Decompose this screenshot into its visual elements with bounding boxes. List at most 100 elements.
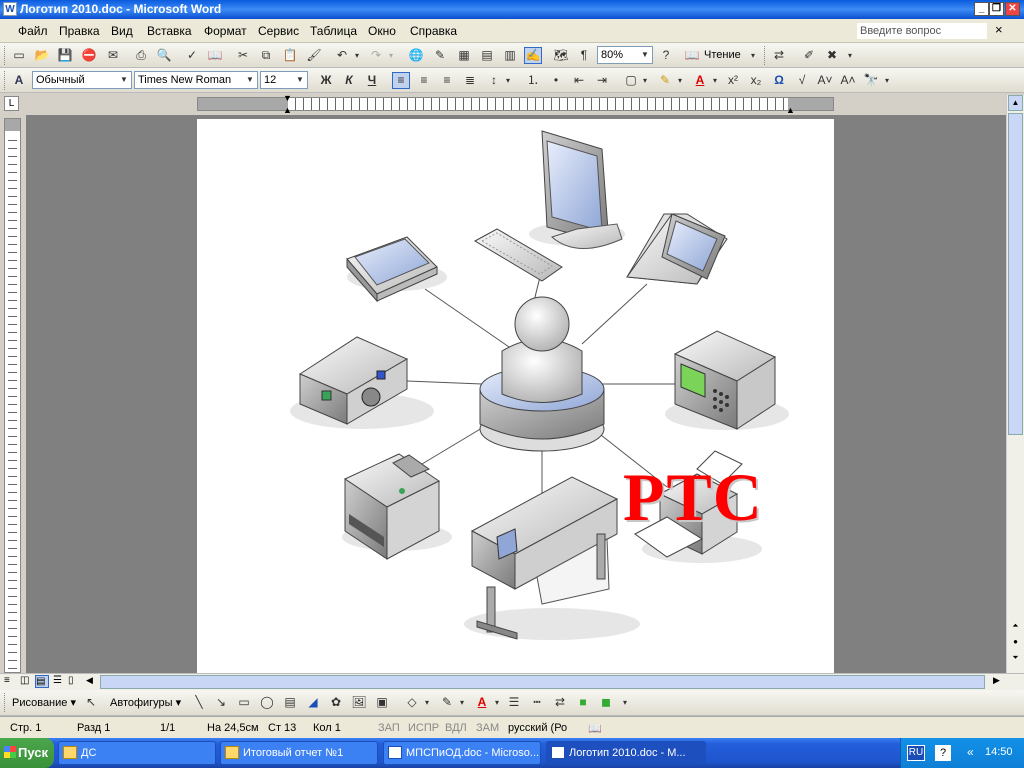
align-left-icon[interactable]: ≡	[392, 72, 410, 89]
insert-picture-icon[interactable]: ▣	[373, 694, 391, 711]
3d-style-icon[interactable]: ◼	[597, 694, 615, 711]
draw-font-color-dropdown-icon[interactable]: ▾	[492, 694, 502, 711]
show-hide-icon[interactable]: ¶	[575, 47, 593, 64]
vertical-ruler[interactable]	[4, 118, 21, 673]
scroll-right-icon[interactable]: ▶	[993, 675, 1000, 686]
line-color-icon[interactable]: ✎	[438, 694, 456, 711]
task-word-logo[interactable]: Логотип 2010.doc - M...	[546, 741, 706, 765]
toolbar-options-icon[interactable]: ▾	[748, 47, 758, 64]
menu-view[interactable]: Вид	[111, 24, 133, 38]
menu-format[interactable]: Формат	[204, 24, 247, 38]
document-page[interactable]	[197, 119, 834, 673]
reviewing-icon[interactable]: ⇄	[770, 47, 788, 64]
draw-font-color-icon[interactable]: A	[473, 694, 491, 711]
wordart-icon[interactable]: ◢	[304, 694, 322, 711]
font-select[interactable]: Times New Roman ▼	[134, 71, 258, 89]
word-app-icon[interactable]: W	[3, 2, 17, 16]
oval-tool-icon[interactable]: ◯	[258, 694, 276, 711]
underline-button[interactable]: Ч	[363, 72, 381, 89]
insert-symbol-icon[interactable]: Ω	[770, 72, 788, 89]
text-box-icon[interactable]: ▤	[281, 694, 299, 711]
undo-icon[interactable]: ↶	[333, 47, 351, 64]
menu-edit[interactable]: Правка	[59, 24, 100, 38]
status-track-changes[interactable]: ИСПР	[408, 722, 439, 734]
fill-color-dropdown-icon[interactable]: ▾	[422, 694, 432, 711]
drawing-toggle-icon[interactable]: ✍	[524, 47, 542, 64]
open-folder-icon[interactable]: 📂	[33, 47, 51, 64]
horizontal-scrollbar[interactable]: ≡ ◫ ▤ ☰ ▯ ◀ ▶	[0, 673, 1024, 690]
styles-pane-icon[interactable]: A	[10, 72, 28, 89]
status-language[interactable]: русский (Ро	[508, 722, 567, 734]
italic-button[interactable]: К	[340, 72, 358, 89]
document-map-icon[interactable]: 🗺	[552, 47, 570, 64]
language-indicator[interactable]: RU	[907, 745, 925, 761]
highlight-dropdown-icon[interactable]: ▾	[675, 72, 685, 89]
previous-page-icon[interactable]: ⏶	[1008, 621, 1023, 635]
scroll-thumb[interactable]	[1008, 113, 1023, 435]
toolbar-options-icon[interactable]: ▾	[845, 47, 855, 64]
chevron-down-icon[interactable]: ▼	[243, 72, 257, 88]
print-icon[interactable]: ⎙	[132, 47, 150, 64]
menu-table[interactable]: Таблица	[310, 24, 357, 38]
outline-view-icon[interactable]: ☰	[53, 675, 62, 686]
autoshapes-menu-button[interactable]: Автофигуры ▾	[110, 696, 181, 709]
document-close-icon[interactable]: ×	[995, 22, 1003, 37]
tab-selector-button[interactable]: L	[4, 96, 19, 111]
shadow-style-icon[interactable]: ■	[574, 694, 592, 711]
tables-borders-icon[interactable]: ✎	[431, 47, 449, 64]
save-icon[interactable]: 💾	[56, 47, 74, 64]
hyperlink-icon[interactable]: 🌐	[407, 47, 425, 64]
redo-icon[interactable]: ↷	[367, 47, 385, 64]
maximize-button[interactable]: ❐	[989, 2, 1004, 16]
reading-mode-button[interactable]: Чтение	[704, 49, 741, 61]
permission-icon[interactable]: ⛔	[80, 47, 98, 64]
arrow-style-icon[interactable]: ⇄	[551, 694, 569, 711]
help-icon[interactable]: ?	[657, 47, 675, 64]
line-spacing-dropdown-icon[interactable]: ▾	[503, 72, 513, 89]
research-icon[interactable]: 📖	[206, 47, 224, 64]
font-color-dropdown-icon[interactable]: ▾	[710, 72, 720, 89]
reading-mode-icon[interactable]: 📖	[683, 47, 701, 64]
format-painter-icon[interactable]: 🖌	[305, 47, 323, 64]
scroll-left-icon[interactable]: ◀	[86, 675, 93, 686]
cut-icon[interactable]: ✂	[234, 47, 252, 64]
dash-style-icon[interactable]: ┅	[528, 694, 546, 711]
right-indent-handle[interactable]: ▲	[786, 105, 795, 115]
reject-change-icon[interactable]: ✖	[823, 47, 841, 64]
new-document-icon[interactable]: ▭	[10, 47, 28, 64]
zoom-select[interactable]: 80% ▼	[597, 46, 653, 64]
chevron-down-icon[interactable]: ▼	[293, 72, 307, 88]
vertical-scrollbar[interactable]: ▲ ⏶ ● ⏷	[1006, 95, 1024, 673]
help-tray-icon[interactable]: ?	[935, 745, 951, 761]
track-changes-icon[interactable]: ✐	[800, 47, 818, 64]
line-tool-icon[interactable]: ╲	[190, 694, 208, 711]
left-indent-handle[interactable]: ▲	[283, 105, 292, 115]
increase-indent-icon[interactable]: ⇥	[593, 72, 611, 89]
chevron-down-icon[interactable]: ▼	[638, 47, 652, 63]
status-overtype[interactable]: ЗАМ	[476, 722, 499, 734]
fill-color-icon[interactable]: ◇	[403, 694, 421, 711]
decrease-indent-icon[interactable]: ⇤	[570, 72, 588, 89]
justify-icon[interactable]: ≣	[461, 72, 479, 89]
toolbar-options-icon[interactable]: ▾	[620, 694, 630, 711]
bold-button[interactable]: Ж	[317, 72, 335, 89]
grow-font-icon[interactable]: A˄	[839, 72, 857, 89]
borders-icon[interactable]: ▢	[622, 72, 640, 89]
browse-object-icon[interactable]: ●	[1008, 637, 1023, 651]
arrow-tool-icon[interactable]: ↘	[212, 694, 230, 711]
redo-dropdown-icon[interactable]: ▾	[386, 47, 396, 64]
align-center-icon[interactable]: ≡	[415, 72, 433, 89]
highlight-icon[interactable]: ✎	[656, 72, 674, 89]
reading-view-icon[interactable]: ▯	[68, 675, 74, 686]
task-word-mpspiod[interactable]: МПСПиОД.doc - Microso...	[383, 741, 541, 765]
insert-excel-icon[interactable]: ▤	[478, 47, 496, 64]
next-page-icon[interactable]: ⏷	[1008, 653, 1023, 667]
clip-art-icon[interactable]: 🖼	[350, 694, 368, 711]
menu-insert[interactable]: Вставка	[147, 24, 192, 38]
network-logo-drawing[interactable]	[197, 119, 834, 673]
show-hidden-icons-icon[interactable]: «	[967, 745, 974, 759]
document-area[interactable]	[26, 115, 1006, 673]
subscript-icon[interactable]: x₂	[747, 72, 765, 89]
align-right-icon[interactable]: ≡	[438, 72, 456, 89]
spelling-icon[interactable]: ✓	[183, 47, 201, 64]
